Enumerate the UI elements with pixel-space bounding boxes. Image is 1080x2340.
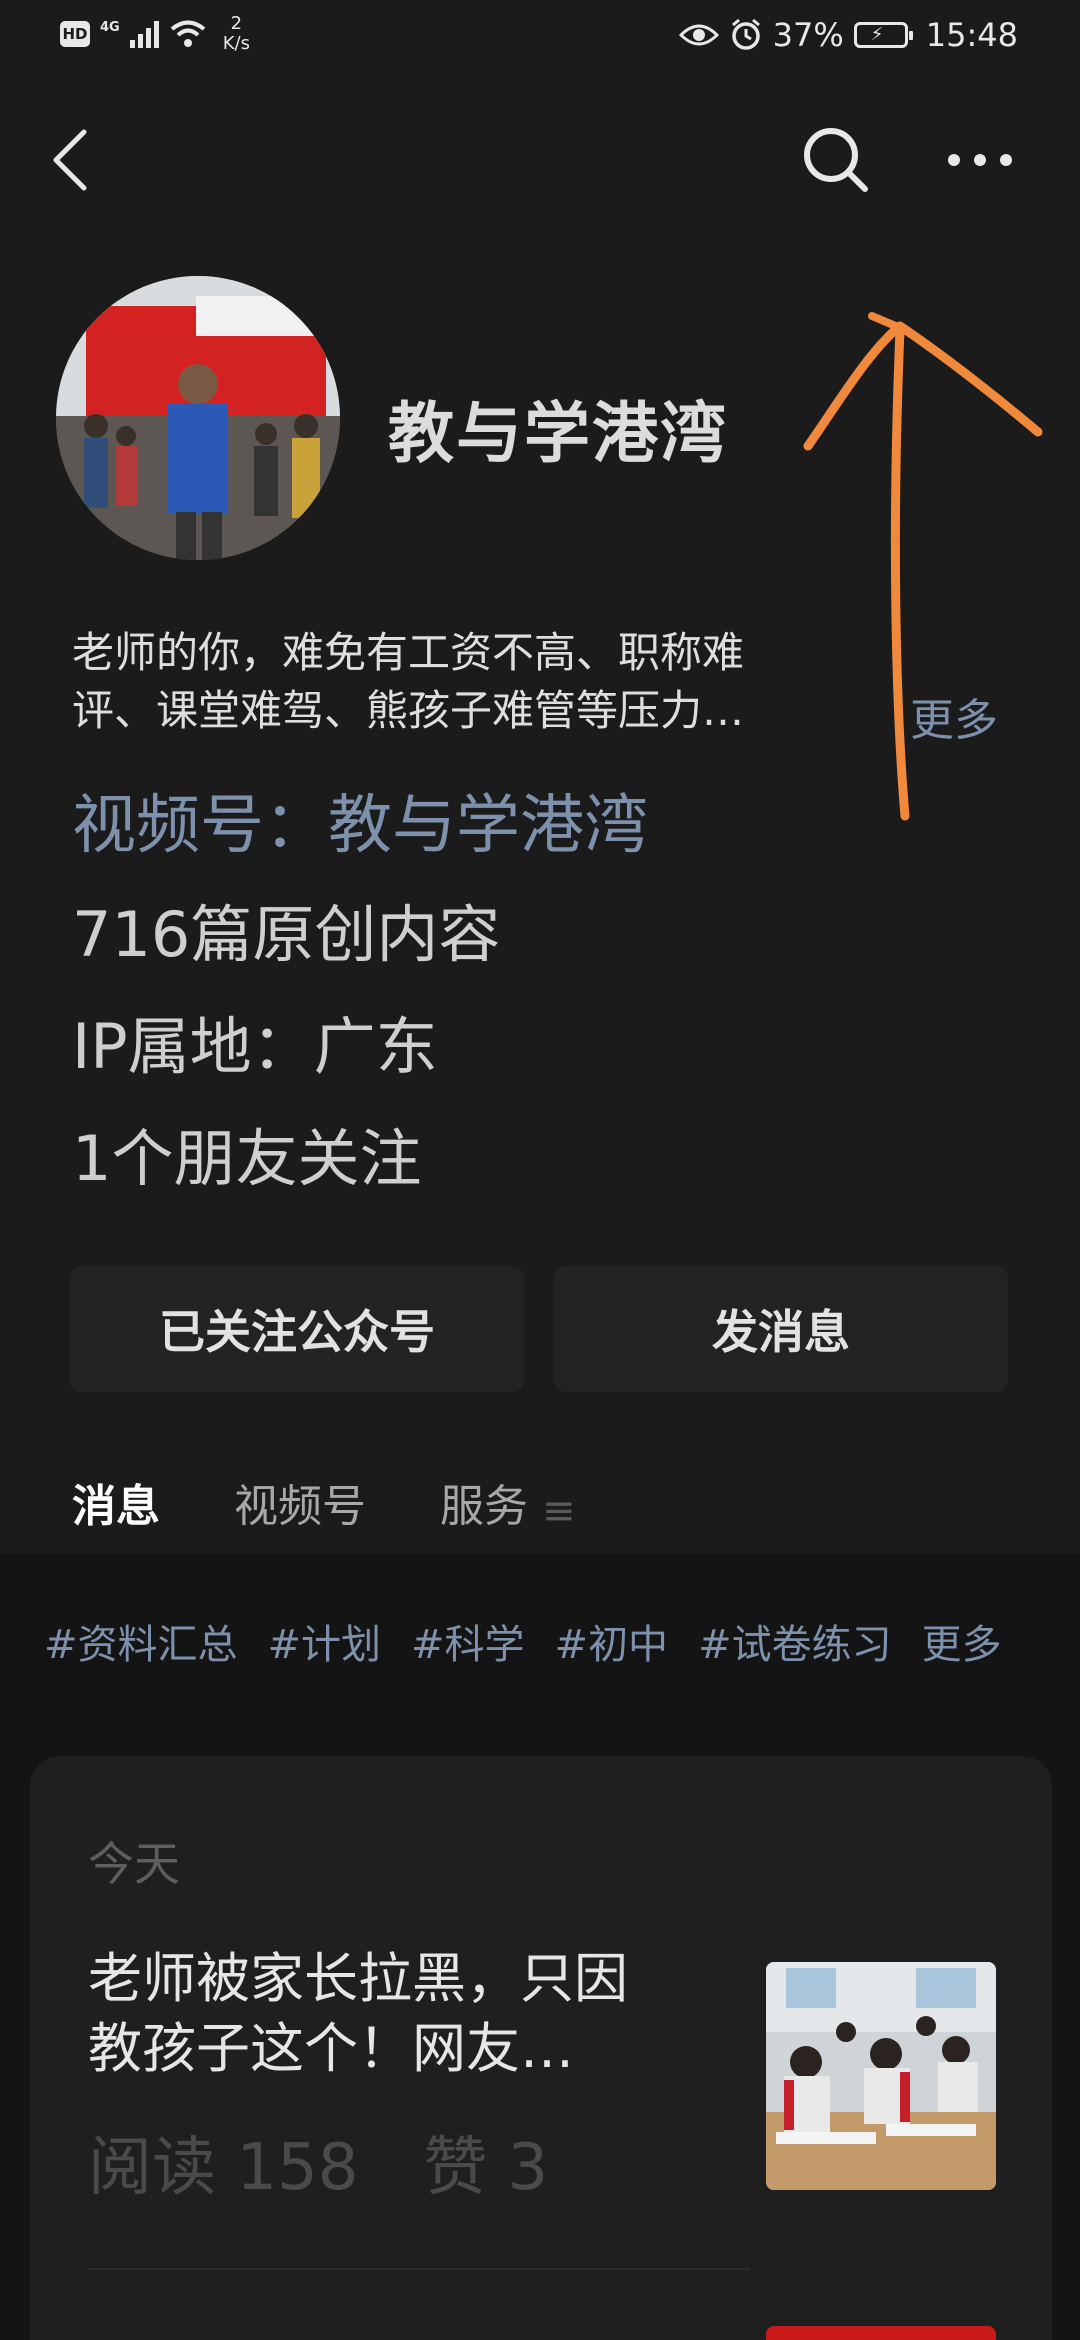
search-button[interactable] (796, 120, 876, 200)
like-label: 赞 (423, 2131, 488, 2205)
followed-button[interactable]: 已关注公众号 (70, 1266, 524, 1392)
tag-item[interactable]: #初中 (555, 1612, 669, 1670)
status-bar: HD 4G 2 K/s 37% ⚡ 15:48 (0, 0, 1080, 78)
video-channel-link[interactable]: 视频号：教与学港湾 (72, 774, 648, 866)
clock: 15:48 (925, 16, 1018, 54)
eye-icon (678, 24, 719, 46)
back-button[interactable] (40, 120, 100, 200)
top-nav (0, 110, 1080, 210)
next-article-thumbnail[interactable] (766, 2326, 996, 2340)
avatar-photo (56, 276, 340, 560)
signal-icon (129, 20, 159, 48)
card-divider (88, 2268, 750, 2270)
tags-more-link[interactable]: 更多 (922, 1612, 1002, 1670)
bio-line: 老师的你，难免有工资不高、职称难 (72, 628, 745, 677)
more-dots-icon (948, 154, 1012, 166)
read-count: 158 (236, 2131, 359, 2205)
tag-item[interactable]: #科学 (411, 1612, 525, 1670)
tab-menu-icon[interactable]: ≡ (542, 1488, 576, 1554)
net-speed: 2 K/s (222, 13, 250, 54)
battery-percent: 37% (772, 16, 844, 54)
alarm-icon (731, 18, 760, 50)
wifi-icon (170, 20, 205, 47)
bio-line: 评、课堂难驾、熊孩子难管等压力… (72, 686, 745, 735)
article-thumbnail[interactable] (766, 1962, 996, 2190)
article-stats: 阅读 158 赞 3 (88, 2116, 548, 2208)
like-count: 3 (507, 2131, 549, 2205)
send-message-button[interactable]: 发消息 (554, 1266, 1008, 1392)
profile-page: HD 4G 2 K/s 37% ⚡ 15:48 教与学港湾 老师的你，难免有工资… (0, 0, 1080, 2340)
battery-icon: ⚡ (853, 22, 913, 48)
back-arrow-icon (53, 129, 87, 191)
tab-services[interactable]: 服务 (440, 1470, 528, 1554)
hd-badge: HD (60, 21, 90, 47)
more-options-button[interactable] (940, 120, 1020, 200)
account-name: 教与学港湾 (388, 395, 728, 472)
tab-messages[interactable]: 消息 (70, 1470, 162, 1568)
avatar[interactable] (56, 276, 340, 560)
tab-video-channel[interactable]: 视频号 (234, 1470, 366, 1554)
original-count[interactable]: 716篇原创内容 (72, 884, 500, 974)
date-label: 今天 (88, 1837, 180, 1891)
ip-location: IP属地：广东 (72, 1010, 438, 1083)
read-label: 阅读 (88, 2131, 216, 2205)
network-type: 4G (100, 19, 120, 35)
search-icon (804, 128, 868, 192)
tag-item[interactable]: #资料汇总 (44, 1612, 238, 1670)
friends-following[interactable]: 1个朋友关注 (72, 1108, 421, 1198)
tag-item[interactable]: #计划 (268, 1612, 382, 1670)
content-tabs: 消息 视频号 服务 ≡ (70, 1470, 576, 1568)
classroom-image (766, 1962, 996, 2190)
account-bio[interactable]: 老师的你，难免有工资不高、职称难 评、课堂难驾、熊孩子难管等压力… (72, 624, 892, 740)
bio-more-link[interactable]: 更多 (910, 684, 998, 748)
topic-tags: #资料汇总 #计划 #科学 #初中 #试卷练习 更多 (44, 1612, 1032, 1670)
article-card: 今天 老师被家长拉黑，只因 教孩子这个！网友… 阅读 158 赞 3 (30, 1756, 1052, 2340)
article-title[interactable]: 老师被家长拉黑，只因 教孩子这个！网友… (88, 1944, 748, 2084)
tag-item[interactable]: #试卷练习 (698, 1612, 892, 1670)
